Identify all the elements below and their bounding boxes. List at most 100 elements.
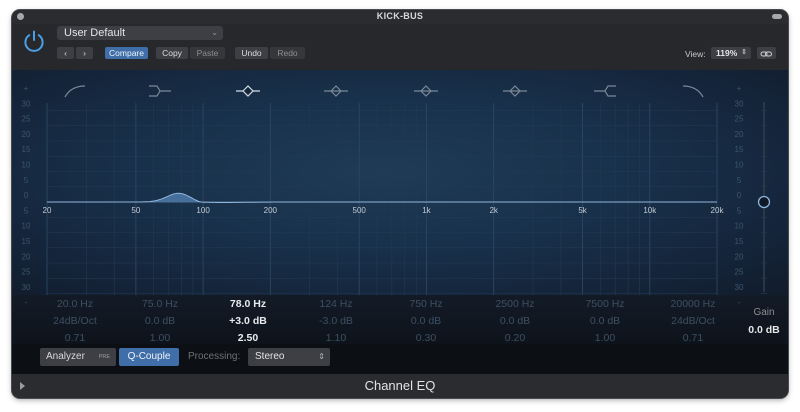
frequency-tick-label: 20k: [711, 206, 725, 215]
band-1-q[interactable]: 0.71: [65, 332, 86, 344]
band-4-gain[interactable]: -3.0 dB: [319, 315, 353, 327]
db-tick-label-left: 5: [24, 206, 29, 215]
db-tick-label-left: -: [25, 298, 28, 307]
band-3-gain[interactable]: +3.0 dB: [229, 315, 267, 327]
db-tick-label-left: 25: [22, 268, 31, 277]
band-6-freq[interactable]: 2500 Hz: [495, 298, 534, 310]
db-tick-label-right: 25: [735, 268, 744, 277]
frequency-tick-label: 5k: [578, 206, 587, 215]
title-bar: KICK-BUS: [12, 10, 788, 24]
band-2-gain[interactable]: 0.0 dB: [145, 315, 175, 327]
previous-preset-button[interactable]: ‹: [57, 47, 74, 59]
window-pill-icon[interactable]: [772, 14, 782, 19]
gain-slider[interactable]: [757, 102, 771, 294]
undo-button[interactable]: Undo: [235, 47, 268, 59]
link-icon: [760, 51, 772, 57]
frequency-tick-label: 20: [43, 206, 52, 215]
bell-icon[interactable]: [236, 85, 260, 97]
analyzer-button[interactable]: Analyzer PRE: [40, 348, 116, 366]
band-6-q[interactable]: 0.20: [505, 332, 526, 344]
band-7-freq[interactable]: 7500 Hz: [585, 298, 624, 310]
stepper-icon: ⇕: [318, 352, 325, 361]
next-preset-button[interactable]: ›: [76, 47, 93, 59]
band-2-freq[interactable]: 75.0 Hz: [142, 298, 178, 310]
frequency-tick-label: 10k: [643, 206, 657, 215]
low-cut-icon[interactable]: [64, 85, 86, 98]
paste-button[interactable]: Paste: [190, 47, 225, 59]
analyzer-pre-badge: PRE: [98, 354, 110, 360]
db-tick-label-right: 30: [735, 99, 744, 108]
db-scale-left: +30 25 20 15 10 5 0 5 10 15 20 25 30 -: [22, 84, 31, 307]
db-tick-label-right: 20: [735, 130, 744, 139]
band-3-q[interactable]: 2.50: [238, 332, 259, 344]
db-scale-right: +30 25 20 15 10 5 0 5 10 15 20 25 30 -: [735, 84, 744, 307]
copy-button[interactable]: Copy: [156, 47, 188, 59]
db-tick-label-left: 25: [22, 115, 31, 124]
low-shelf-icon[interactable]: [149, 85, 171, 97]
band-7-gain[interactable]: 0.0 dB: [590, 315, 620, 327]
band-1-gain[interactable]: 24dB/Oct: [53, 315, 97, 327]
band-5-freq[interactable]: 750 Hz: [409, 298, 442, 310]
frequency-scale: 20 50 100 200 500 1k 2k 5k 10k 20k: [43, 206, 725, 215]
view-zoom-menu[interactable]: 119% ⇕: [711, 47, 751, 59]
band-8-gain[interactable]: 24dB/Oct: [671, 315, 715, 327]
db-tick-label-right: 0: [737, 191, 742, 200]
power-icon[interactable]: [22, 29, 46, 53]
db-tick-label-left: 0: [24, 191, 29, 200]
bell-icon[interactable]: [324, 85, 348, 97]
band-8-freq[interactable]: 20000 Hz: [671, 298, 716, 310]
db-tick-label-right: 15: [735, 145, 744, 154]
q-couple-button[interactable]: Q-Couple: [119, 348, 179, 366]
band-6-gain[interactable]: 0.0 dB: [500, 315, 530, 327]
db-tick-label-right: 25: [735, 115, 744, 124]
db-tick-label-left: 15: [22, 145, 31, 154]
eq-main-area: +30 25 20 15 10 5 0 5 10 15 20 25 30- +30 25 20 15 10 5 0 5…: [12, 70, 788, 374]
bell-icon[interactable]: [414, 85, 438, 97]
frequency-tick-label: 50: [131, 206, 140, 215]
compare-button[interactable]: Compare: [105, 47, 148, 59]
band-7-q[interactable]: 1.00: [595, 332, 616, 344]
bell-icon[interactable]: [503, 85, 527, 97]
band-type-icons: [64, 85, 704, 98]
band-4-freq[interactable]: 124 Hz: [319, 298, 352, 310]
window-title: KICK-BUS: [376, 11, 424, 21]
db-tick-label-right: 15: [735, 237, 744, 246]
db-tick-label-left: 30: [22, 283, 31, 292]
band-8-q[interactable]: 0.71: [683, 332, 704, 344]
db-tick-label-left: +: [24, 84, 29, 93]
analyzer-label: Analyzer: [46, 351, 85, 362]
band-2-q[interactable]: 1.00: [150, 332, 171, 344]
plugin-name: Channel EQ: [364, 378, 436, 393]
db-tick-label-right: 5: [737, 176, 742, 185]
band-5-gain[interactable]: 0.0 dB: [411, 315, 441, 327]
frequency-tick-label: 2k: [489, 206, 498, 215]
processing-label: Processing:: [188, 351, 241, 362]
high-cut-icon[interactable]: [682, 85, 704, 98]
db-tick-label-right: 30: [735, 283, 744, 292]
view-label: View:: [685, 49, 706, 59]
gain-slider-knob[interactable]: [757, 195, 771, 209]
high-shelf-icon[interactable]: [594, 85, 616, 97]
db-tick-label-right: 20: [735, 252, 744, 261]
gain-value[interactable]: 0.0 dB: [748, 324, 780, 336]
band-4-q[interactable]: 1.10: [326, 332, 347, 344]
db-tick-label-right: -: [738, 298, 741, 307]
db-tick-label-right: 10: [735, 222, 744, 231]
view-zoom-value: 119%: [716, 48, 738, 58]
db-tick-label-right: 5: [737, 206, 742, 215]
band-5-q[interactable]: 0.30: [416, 332, 437, 344]
band-1-freq[interactable]: 20.0 Hz: [57, 298, 93, 310]
processing-select[interactable]: Stereo ⇕: [248, 348, 330, 366]
db-tick-label-left: 10: [22, 161, 31, 170]
frequency-tick-label: 200: [264, 206, 278, 215]
frequency-tick-label: 500: [353, 206, 367, 215]
redo-button[interactable]: Redo: [270, 47, 305, 59]
band-values: 20.0 Hz 24dB/Oct 0.71 75.0 Hz 0.0 dB 1.00 78.0…: [53, 298, 715, 344]
eq-curve-fill: [47, 193, 717, 203]
eq-curve-line: [47, 192, 717, 203]
preset-menu[interactable]: User Default ⌄: [57, 26, 223, 40]
band-3-freq[interactable]: 78.0 Hz: [230, 298, 266, 310]
db-tick-label-left: 20: [22, 130, 31, 139]
db-tick-label-left: 5: [24, 176, 29, 185]
link-button[interactable]: [757, 47, 776, 59]
